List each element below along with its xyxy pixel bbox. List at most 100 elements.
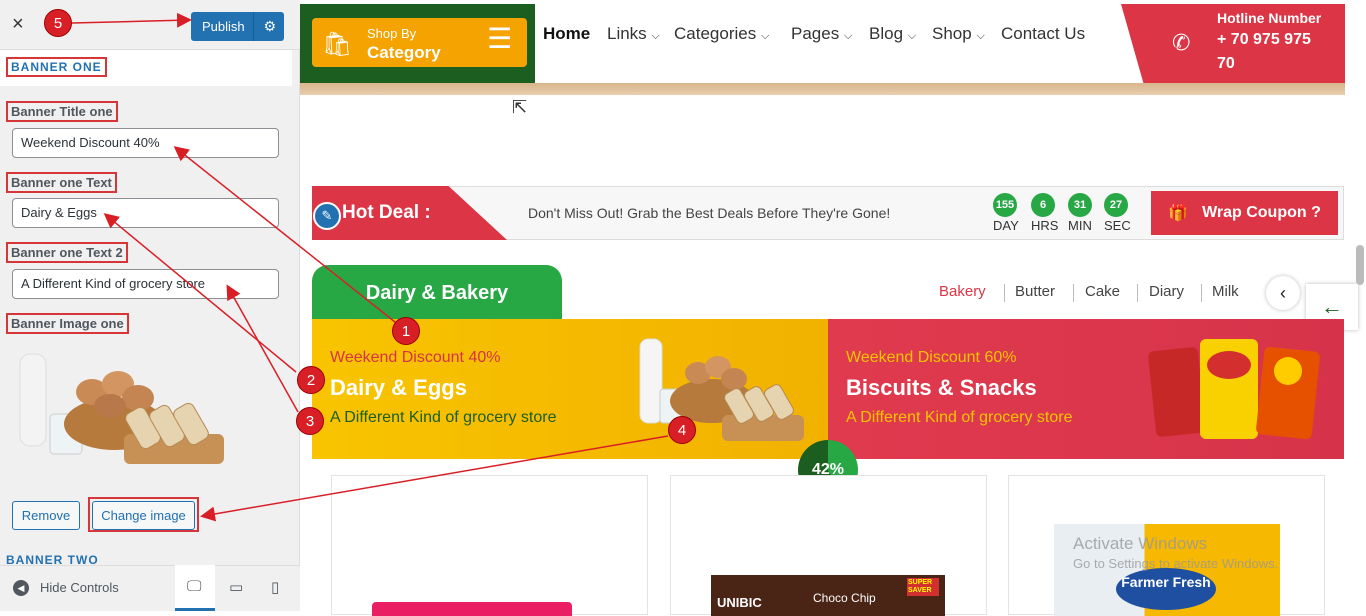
banner-two[interactable]: Weekend Discount 60% Biscuits & Snacks A…: [828, 319, 1344, 459]
banner-one-title: Weekend Discount 40%: [330, 349, 501, 366]
countdown-seconds: 27: [1104, 193, 1128, 217]
nav-categories-label: Categories: [674, 24, 757, 43]
countdown-minutes-label: MIN: [1068, 218, 1092, 233]
shop-by-category-button[interactable]: 🛍 Shop By Category ☰: [312, 18, 527, 67]
mouse-cursor-icon: ⇱: [512, 97, 528, 117]
publish-button[interactable]: Publish ⚙: [191, 12, 284, 41]
nav-home[interactable]: Home: [543, 24, 590, 44]
remove-image-button[interactable]: Remove: [12, 501, 80, 530]
countdown-days: 155: [993, 193, 1017, 217]
banner-text-label: Banner one Text: [6, 172, 117, 193]
banner-text2-input[interactable]: A Different Kind of grocery store: [12, 269, 279, 299]
product-brand: UNIBIC: [717, 595, 762, 610]
countdown-hours: 6: [1031, 193, 1055, 217]
nav-blog-label: Blog: [869, 24, 904, 43]
annotation-badge: 1: [392, 317, 420, 345]
annotation-badge: 2: [297, 366, 325, 394]
tablet-icon[interactable]: ▭: [229, 578, 243, 596]
chevron-down-icon: ⌵: [651, 30, 660, 42]
gift-icon: 🎁: [1168, 205, 1189, 222]
carousel-prev-icon[interactable]: ‹: [1266, 276, 1300, 310]
hide-controls-button[interactable]: Hide Controls: [40, 580, 119, 595]
nav-pages-label: Pages: [791, 24, 840, 43]
product-brand: Farmer Fresh: [1116, 568, 1216, 610]
countdown-hours-label: HRS: [1031, 218, 1059, 233]
product-package: [372, 602, 572, 616]
phone-icon: ✆: [1172, 30, 1191, 55]
product-card[interactable]: [331, 475, 648, 616]
tab-divider: [1201, 284, 1202, 302]
saver-badge: SUPER SAVER: [907, 578, 939, 596]
tab-diary[interactable]: Diary: [1149, 283, 1184, 300]
chevron-down-icon: ⌵: [760, 30, 770, 42]
banner-image-preview[interactable]: [14, 344, 230, 474]
annotation-badge: 5: [44, 9, 72, 37]
hide-controls-icon[interactable]: ◀: [13, 580, 29, 596]
scrollbar-thumb[interactable]: [1356, 245, 1364, 285]
menu-icon: ☰: [487, 23, 513, 54]
banner-one-image: [639, 338, 804, 441]
annotation-badge: 3: [296, 407, 324, 435]
section-title: BANNER ONE: [6, 57, 107, 77]
banner-one[interactable]: Weekend Discount 40% Dairy & Eggs A Diff…: [312, 319, 828, 459]
nav-blog[interactable]: Blog ⌵: [869, 24, 916, 44]
watermark-title: Activate Windows: [1073, 534, 1208, 553]
chevron-down-icon: ⌵: [907, 30, 917, 42]
gear-icon[interactable]: ⚙: [263, 18, 276, 35]
hot-deal-label: Hot Deal :: [342, 202, 431, 223]
tab-divider: [1137, 284, 1138, 302]
tab-milk[interactable]: Milk: [1212, 283, 1239, 300]
banner-one-sub: A Different Kind of grocery store: [330, 409, 557, 426]
hotline-title: Hotline Number: [1217, 10, 1322, 26]
banner-two-title: Weekend Discount 60%: [846, 349, 1017, 366]
desktop-icon[interactable]: 🖵: [187, 578, 201, 595]
windows-watermark: Activate Windows Go to Settings to activ…: [1073, 534, 1278, 571]
countdown-days-label: DAY: [993, 218, 1019, 233]
product-package: UNIBIC Choco Chip SUPER SAVER: [711, 575, 945, 616]
mobile-icon[interactable]: ▯: [271, 578, 279, 596]
banner-two-image: [1148, 339, 1320, 440]
nav-shop[interactable]: Shop ⌵: [932, 24, 985, 44]
tab-divider: [1004, 284, 1005, 302]
tab-bakery[interactable]: Bakery: [939, 283, 986, 300]
product-card[interactable]: UNIBIC Choco Chip SUPER SAVER: [670, 475, 987, 616]
wrap-coupon-button[interactable]: 🎁 Wrap Coupon ?: [1151, 191, 1338, 235]
publish-label: Publish: [202, 19, 245, 34]
wrap-coupon-label: Wrap Coupon ?: [1202, 204, 1321, 221]
hotline-number[interactable]: + 70 975 975: [1217, 31, 1311, 49]
publish-divider: [253, 12, 254, 41]
banner-image-label: Banner Image one: [6, 313, 129, 334]
watermark-subtitle: Go to Settings to activate Windows.: [1073, 556, 1279, 571]
tab-butter[interactable]: Butter: [1015, 283, 1055, 300]
nav-links-label: Links: [607, 24, 647, 43]
product-name: Choco Chip: [813, 591, 876, 605]
shop-by-line1: Shop By: [367, 26, 417, 41]
banner-one-main: Dairy & Eggs: [330, 375, 467, 400]
annotation-badge: 4: [668, 416, 696, 444]
banner-text-input[interactable]: Dairy & Eggs: [12, 198, 279, 228]
chevron-down-icon: ⌵: [843, 30, 853, 42]
countdown-seconds-label: SEC: [1104, 218, 1131, 233]
change-image-button[interactable]: Change image: [92, 501, 195, 530]
close-icon[interactable]: ×: [12, 14, 24, 34]
nav-pages[interactable]: Pages ⌵: [791, 24, 852, 44]
banner-two-sub: A Different Kind of grocery store: [846, 409, 1073, 426]
banner-two-main: Biscuits & Snacks: [846, 375, 1037, 400]
edit-pencil-icon[interactable]: ✎: [313, 202, 341, 230]
hot-deal-text: Don't Miss Out! Grab the Best Deals Befo…: [528, 205, 891, 221]
category-title: Dairy & Bakery: [312, 265, 562, 323]
countdown-minutes: 31: [1068, 193, 1092, 217]
nav-shop-label: Shop: [932, 24, 972, 43]
tab-cake[interactable]: Cake: [1085, 283, 1120, 300]
chevron-down-icon: ⌵: [976, 30, 985, 42]
banner-title-label: Banner Title one: [6, 101, 118, 122]
shopping-bag-icon: 🛍: [322, 31, 353, 58]
hotline-number-cont[interactable]: 70: [1217, 55, 1235, 73]
tab-divider: [1073, 284, 1074, 302]
hero-image-strip: [300, 83, 1345, 95]
nav-categories[interactable]: Categories ⌵: [674, 24, 769, 44]
banner-title-input[interactable]: Weekend Discount 40%: [12, 128, 279, 158]
shop-by-line2: Category: [367, 43, 441, 62]
nav-contact[interactable]: Contact Us: [1001, 24, 1085, 44]
nav-links[interactable]: Links ⌵: [607, 24, 660, 44]
